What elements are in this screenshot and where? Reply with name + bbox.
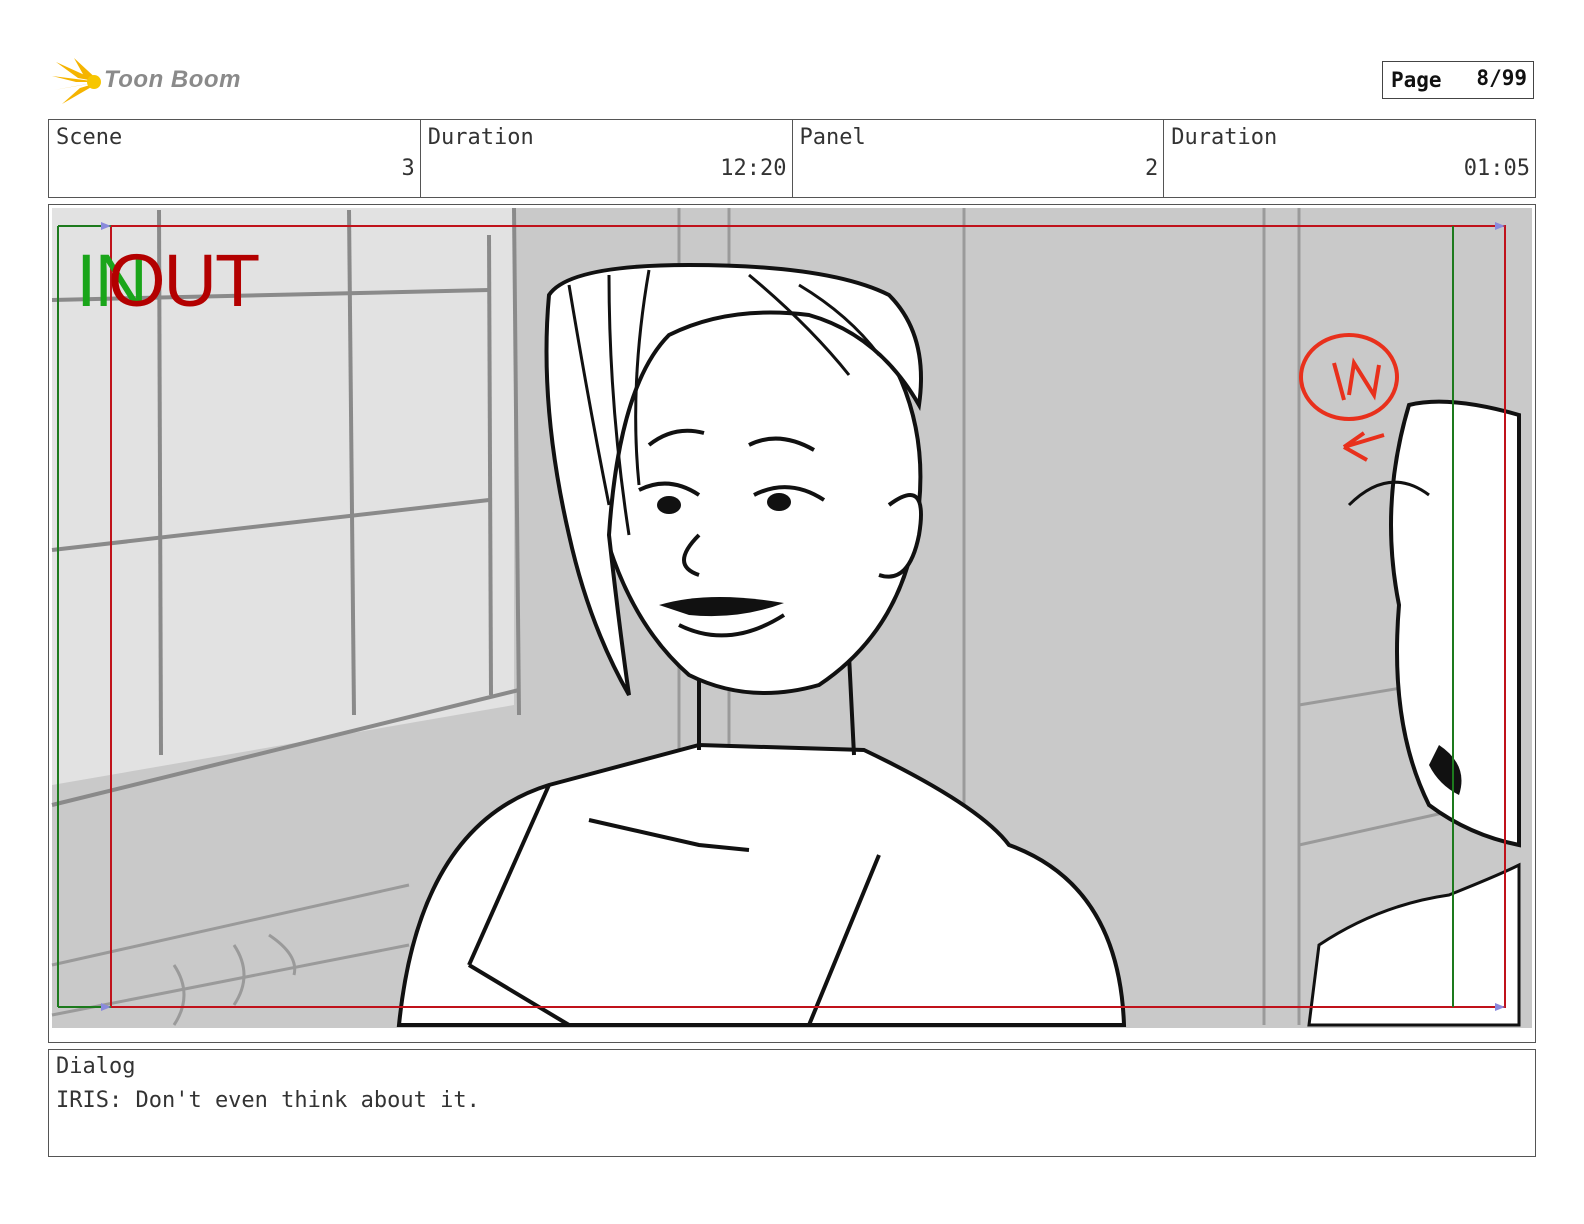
- scene-duration-cell: Duration 12:20: [421, 120, 793, 197]
- panel-info-table: Scene 3 Duration 12:20 Panel 2 Duration …: [48, 119, 1536, 198]
- panel-sketch: [51, 207, 1532, 1028]
- scene-value: 3: [401, 156, 415, 181]
- dialog-label: Dialog: [56, 1054, 136, 1079]
- page-indicator: Page 8/99: [1382, 61, 1534, 99]
- storyboard-panel: [48, 204, 1536, 1043]
- scene-duration-label: Duration: [427, 125, 534, 150]
- logo-text: Toon Boom: [104, 66, 241, 93]
- panel-duration-label: Duration: [1171, 125, 1278, 150]
- scene-label: Scene: [56, 125, 123, 150]
- scene-duration-value: 12:20: [720, 156, 787, 181]
- panel-cell: Panel 2: [793, 120, 1165, 197]
- in-out-marker: INOUT: [76, 244, 296, 318]
- out-label: OUT: [108, 239, 260, 322]
- panel-label: Panel: [799, 125, 866, 150]
- scene-cell: Scene 3: [49, 120, 421, 197]
- dialog-text: IRIS: Don't even think about it.: [56, 1088, 480, 1113]
- page-label: Page: [1391, 68, 1442, 92]
- panel-duration-cell: Duration 01:05: [1164, 120, 1535, 197]
- panel-value: 2: [1145, 156, 1159, 181]
- dialog-box: Dialog IRIS: Don't even think about it.: [48, 1049, 1536, 1157]
- panel-duration-value: 01:05: [1463, 156, 1530, 181]
- page-number: 8/99: [1476, 66, 1527, 90]
- starburst-logo-icon: [52, 58, 101, 104]
- toon-boom-logo: Toon Boom: [52, 56, 252, 108]
